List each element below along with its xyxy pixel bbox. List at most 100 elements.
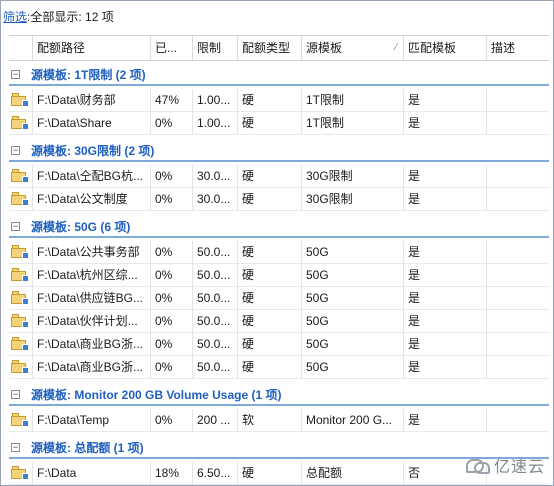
cell-desc <box>487 287 549 310</box>
group-header[interactable]: − 源模板: 50G (6 项) <box>9 215 549 239</box>
cell-template: 50G <box>302 287 404 310</box>
collapse-toggle-icon[interactable]: − <box>11 146 20 155</box>
filter-link[interactable]: 筛选 <box>3 10 27 24</box>
cell-match: 是 <box>404 409 487 432</box>
folder-quota-icon <box>9 287 33 310</box>
quota-row[interactable]: F:\Data\Share 0% 1.00... 硬 1T限制是 <box>9 112 549 135</box>
cell-used: 0% <box>151 356 193 379</box>
cell-path: F:\Data\商业BG浙... <box>33 356 151 379</box>
cell-limit: 1.00... <box>193 89 238 112</box>
quota-row[interactable]: F:\Data\伙伴计划... 0% 50.0... 硬 50G 是 <box>9 310 549 333</box>
cell-limit: 50.0... <box>193 310 238 333</box>
cell-used: 0% <box>151 264 193 287</box>
cell-match: 是 <box>404 241 487 264</box>
collapse-toggle-icon[interactable]: − <box>11 70 20 79</box>
quota-row[interactable]: F:\Data\公文制度 0% 30.0... 硬 30G限制是 <box>9 188 549 211</box>
cell-desc <box>487 310 549 333</box>
cell-path: F:\Data <box>33 462 151 485</box>
cell-desc <box>487 333 549 356</box>
folder-quota-icon <box>9 188 33 211</box>
quota-row[interactable]: F:\Data\公共事务部 0% 50.0... 硬 50G 是 <box>9 241 549 264</box>
quota-list-window: 筛选:全部显示: 12 项 配额路径 已... 限制 配额类型 源模板 ⁄ 匹配模… <box>0 0 554 486</box>
cell-type: 硬 <box>238 287 302 310</box>
quota-row[interactable]: F:\Data\商业BG浙... 0% 50.0... 硬 50G 是 <box>9 333 549 356</box>
column-header-desc[interactable]: 描述 <box>487 36 549 60</box>
quota-row[interactable]: F:\Data\商业BG浙... 0% 50.0... 硬 50G 是 <box>9 356 549 379</box>
collapse-toggle-icon[interactable]: − <box>11 390 20 399</box>
column-header-used[interactable]: 已... <box>151 36 193 60</box>
column-header-row: 配额路径 已... 限制 配额类型 源模板 ⁄ 匹配模板 描述 <box>9 35 549 61</box>
quota-row[interactable]: F:\Data\供应链BG... 0% 50.0... 硬 50G 是 <box>9 287 549 310</box>
cell-match: 是 <box>404 356 487 379</box>
cell-desc <box>487 112 549 135</box>
filter-summary: :全部显示: 12 项 <box>27 10 114 24</box>
cell-path: F:\Data\公文制度 <box>33 188 151 211</box>
cell-type: 硬 <box>238 188 302 211</box>
filter-bar: 筛选:全部显示: 12 项 <box>3 5 114 29</box>
cell-type: 硬 <box>238 462 302 485</box>
group-divider <box>9 236 549 238</box>
folder-quota-icon <box>9 356 33 379</box>
cell-used: 0% <box>151 165 193 188</box>
cell-used: 0% <box>151 241 193 264</box>
cell-template: 1T限制 <box>302 89 404 112</box>
column-header-path[interactable]: 配额路径 <box>33 36 151 60</box>
cell-path: F:\Data\供应链BG... <box>33 287 151 310</box>
cell-used: 47% <box>151 89 193 112</box>
collapse-toggle-icon[interactable]: − <box>11 443 20 452</box>
watermark-text: 亿速云 <box>493 459 545 476</box>
cell-type: 硬 <box>238 89 302 112</box>
watermark: 亿速云 <box>425 451 545 479</box>
cell-type: 硬 <box>238 333 302 356</box>
cell-match: 是 <box>404 287 487 310</box>
cell-template: 30G限制 <box>302 165 404 188</box>
group-divider <box>9 160 549 162</box>
group-divider <box>9 84 549 86</box>
cell-type: 硬 <box>238 264 302 287</box>
cell-path: F:\Data\Share <box>33 112 151 135</box>
group-header[interactable]: − 源模板: Monitor 200 GB Volume Usage (1 项) <box>9 383 549 407</box>
cell-desc <box>487 89 549 112</box>
column-header-match[interactable]: 匹配模板 <box>404 36 487 60</box>
cell-path: F:\Data\商业BG浙... <box>33 333 151 356</box>
group-header[interactable]: − 源模板: 30G限制 (2 项) <box>9 139 549 163</box>
cell-limit: 50.0... <box>193 264 238 287</box>
cell-match: 是 <box>404 188 487 211</box>
cell-limit: 50.0... <box>193 241 238 264</box>
folder-quota-icon <box>9 241 33 264</box>
folder-quota-icon <box>9 409 33 432</box>
cell-template: Monitor 200 G... <box>302 409 404 432</box>
cell-limit: 30.0... <box>193 188 238 211</box>
cell-used: 0% <box>151 188 193 211</box>
group-header[interactable]: − 源模板: 1T限制 (2 项) <box>9 63 549 87</box>
folder-quota-icon <box>9 165 33 188</box>
folder-quota-icon <box>9 462 33 485</box>
group-divider <box>9 404 549 406</box>
cell-desc <box>487 409 549 432</box>
cell-template: 50G <box>302 356 404 379</box>
column-header-type[interactable]: 配额类型 <box>238 36 302 60</box>
cell-path: F:\Data\伙伴计划... <box>33 310 151 333</box>
cell-type: 软 <box>238 409 302 432</box>
quota-row[interactable]: F:\Data\Temp 0% 200 ... 软 Monitor 200 G... 是 <box>9 409 549 432</box>
column-header-icon <box>9 36 33 60</box>
folder-quota-icon <box>9 89 33 112</box>
cell-desc <box>487 356 549 379</box>
column-header-template[interactable]: 源模板 ⁄ <box>302 36 404 60</box>
column-header-limit[interactable]: 限制 <box>193 36 238 60</box>
cell-type: 硬 <box>238 112 302 135</box>
quota-row[interactable]: F:\Data\仝配BG杭... 0% 30.0... 硬 30G限制是 <box>9 165 549 188</box>
quota-row[interactable]: F:\Data\财务部 47% 1.00... 硬 1T限制是 <box>9 89 549 112</box>
column-header-template-label: 源模板 <box>306 41 343 55</box>
cell-path: F:\Data\Temp <box>33 409 151 432</box>
cell-match: 是 <box>404 165 487 188</box>
cell-used: 18% <box>151 462 193 485</box>
quota-row[interactable]: F:\Data\杭州区综... 0% 50.0... 硬 50G 是 <box>9 264 549 287</box>
cell-template: 50G <box>302 241 404 264</box>
cell-used: 0% <box>151 409 193 432</box>
cell-used: 0% <box>151 333 193 356</box>
cell-desc <box>487 241 549 264</box>
collapse-toggle-icon[interactable]: − <box>11 222 20 231</box>
cell-limit: 50.0... <box>193 287 238 310</box>
folder-quota-icon <box>9 112 33 135</box>
